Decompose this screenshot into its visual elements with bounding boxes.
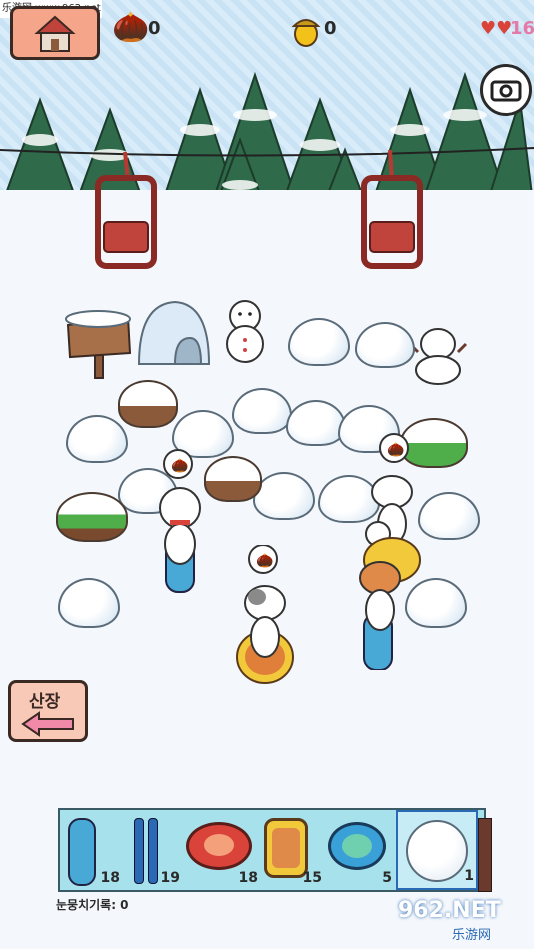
item-slot-blue-sled[interactable]: 18 bbox=[60, 810, 122, 890]
snowman-right bbox=[408, 328, 468, 385]
item-slot-wooden-sled[interactable]: 15 bbox=[260, 810, 324, 890]
item-slot-green-tube[interactable]: 5 bbox=[324, 810, 394, 890]
home-button[interactable] bbox=[10, 6, 100, 60]
snowy-stump bbox=[118, 380, 178, 428]
camera-icon bbox=[490, 80, 522, 102]
lift-chair-right bbox=[361, 149, 423, 269]
item-slot-blue-skis[interactable]: 19 bbox=[124, 810, 182, 890]
item-slot-red-tube[interactable]: 18 bbox=[182, 810, 260, 890]
back-to-lodge-button[interactable]: 산장 bbox=[8, 680, 88, 742]
gray-cat-on-sled[interactable]: 🌰 bbox=[235, 545, 297, 690]
house-icon bbox=[34, 15, 76, 52]
arrow-left-icon bbox=[21, 711, 74, 737]
snowball[interactable] bbox=[355, 322, 415, 368]
snowball[interactable] bbox=[232, 388, 292, 434]
camera-button[interactable] bbox=[480, 64, 532, 116]
gold-acorn-count: 0 bbox=[324, 18, 337, 39]
snowy-bush bbox=[56, 492, 128, 542]
svg-text:🌰: 🌰 bbox=[171, 457, 188, 474]
white-cat-and-corgi[interactable]: 🌰 bbox=[358, 430, 423, 670]
snowball[interactable] bbox=[286, 400, 346, 446]
toolbar-scrollbar[interactable] bbox=[478, 818, 492, 892]
item-slot-snowball-selected[interactable]: 1 bbox=[396, 810, 478, 890]
snowman-left bbox=[226, 300, 264, 363]
lift-chair-left bbox=[95, 151, 157, 269]
site-logo-watermark: 962.NET 乐游网 bbox=[398, 898, 501, 943]
snowy-stump bbox=[204, 456, 262, 502]
hearts-count: 16 bbox=[510, 18, 534, 39]
igloo bbox=[137, 300, 211, 365]
white-dog-on-sled[interactable]: 🌰 bbox=[150, 448, 210, 593]
gold-acorn-icon bbox=[291, 19, 321, 47]
hearts-icon: ♥♥ bbox=[480, 18, 513, 39]
wooden-signpost bbox=[65, 310, 132, 379]
back-button-label: 산장 bbox=[29, 692, 61, 712]
svg-text:🌰: 🌰 bbox=[387, 441, 404, 458]
ski-lift bbox=[0, 147, 534, 269]
item-toolbar: 18 19 18 15 5 1 bbox=[58, 808, 486, 892]
snowball-record: 눈뭉치기록: 0 bbox=[56, 898, 129, 912]
svg-text:🌰: 🌰 bbox=[256, 552, 273, 569]
acorn-icon: 🌰 bbox=[112, 10, 150, 45]
acorn-count: 0 bbox=[148, 18, 161, 39]
